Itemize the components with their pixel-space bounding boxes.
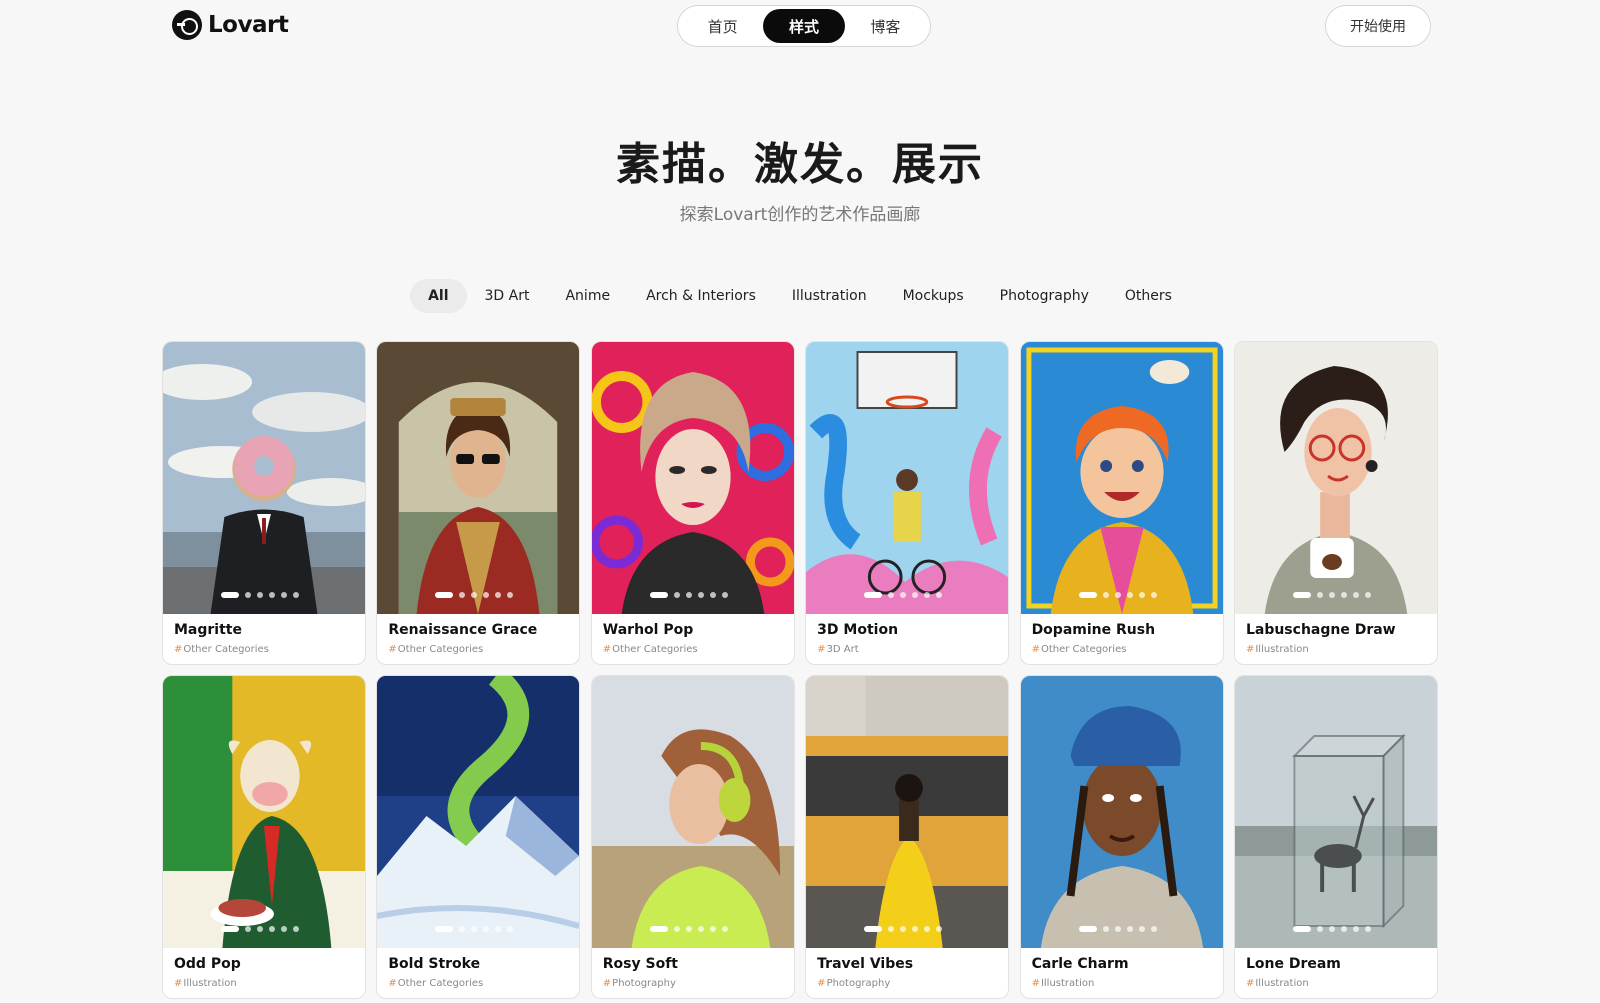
carousel-dots[interactable]	[864, 926, 943, 932]
style-card[interactable]: 3D Motion #3D Art	[805, 341, 1010, 665]
get-started-button[interactable]: 开始使用	[1325, 5, 1431, 47]
filter-mockups[interactable]: Mockups	[885, 279, 982, 313]
logo-text: Lovart	[208, 12, 289, 38]
filter-anime[interactable]: Anime	[547, 279, 628, 313]
card-title: Warhol Pop	[602, 622, 694, 638]
lovart-logo-icon	[172, 10, 202, 40]
main-nav: 首页 样式 博客	[677, 5, 931, 47]
card-category: #Illustration	[1031, 978, 1095, 989]
card-category-label: Other Categories	[397, 644, 484, 655]
card-thumbnail	[591, 342, 794, 614]
card-category-label: Illustration	[1255, 978, 1309, 989]
card-thumbnail	[591, 676, 794, 948]
nav-tab-styles[interactable]: 样式	[763, 9, 845, 43]
card-category-label: Photography	[826, 978, 891, 989]
card-thumbnail	[806, 676, 1009, 948]
carousel-dots[interactable]	[1292, 926, 1371, 932]
card-thumbnail	[1020, 676, 1223, 948]
style-gallery-grid: Magritte #Other Categories Renaissance G…	[162, 341, 1438, 999]
style-card[interactable]: Travel Vibes #Photography	[805, 675, 1010, 999]
carousel-dots[interactable]	[435, 592, 514, 598]
card-thumbnail	[377, 342, 580, 614]
card-thumbnail	[1020, 342, 1223, 614]
card-category-label: Other Categories	[397, 978, 484, 989]
carousel-dots[interactable]	[1078, 592, 1157, 598]
carousel-dots[interactable]	[1078, 926, 1157, 932]
card-category: #Photography	[602, 978, 676, 989]
nav-tab-blog[interactable]: 博客	[845, 9, 926, 43]
card-category: #3D Art	[817, 644, 859, 655]
style-card[interactable]: Lone Dream #Illustration	[1233, 675, 1438, 999]
style-card[interactable]: Renaissance Grace #Other Categories	[376, 341, 581, 665]
card-category-label: Other Categories	[612, 644, 698, 655]
style-card[interactable]: Carle Charm #Illustration	[1019, 675, 1224, 999]
style-card[interactable]: Dopamine Rush #Other Categories	[1019, 341, 1224, 665]
card-category: #Photography	[817, 978, 891, 989]
style-card[interactable]: Bold Stroke #Other Categories	[376, 675, 581, 999]
card-title: Bold Stroke	[388, 956, 481, 972]
carousel-dots[interactable]	[221, 592, 299, 598]
card-category-label: Illustration	[183, 978, 237, 989]
lovart-logo[interactable]: Lovart	[172, 10, 289, 40]
card-title: Magritte	[174, 622, 242, 638]
card-title: Carle Charm	[1031, 956, 1129, 972]
category-filter-bar: All 3D Art Anime Arch & Interiors Illust…	[0, 279, 1600, 313]
card-title: Dopamine Rush	[1031, 622, 1156, 638]
card-thumbnail	[1234, 676, 1437, 948]
card-category: #Other Categories	[174, 644, 269, 655]
card-title: Rosy Soft	[602, 956, 678, 972]
card-category: #Illustration	[174, 978, 237, 989]
card-category: #Other Categories	[388, 644, 484, 655]
style-card[interactable]: Warhol Pop #Other Categories	[590, 341, 795, 665]
card-category: #Other Categories	[602, 644, 698, 655]
card-title: Odd Pop	[174, 956, 241, 972]
card-category: #Other Categories	[1031, 644, 1127, 655]
style-card[interactable]: Magritte #Other Categories	[162, 341, 366, 665]
card-category-label: Illustration	[1040, 978, 1095, 989]
card-title: 3D Motion	[817, 622, 899, 638]
carousel-dots[interactable]	[649, 592, 728, 598]
filter-illustration[interactable]: Illustration	[774, 279, 885, 313]
filter-3d-art[interactable]: 3D Art	[467, 279, 548, 313]
style-card[interactable]: Rosy Soft #Photography	[590, 675, 795, 999]
page-subtitle: 探索Lovart创作的艺术作品画廊	[679, 205, 921, 225]
style-card[interactable]: Labuschagne Draw #Illustration	[1233, 341, 1438, 665]
carousel-dots[interactable]	[864, 592, 943, 598]
card-title: Lone Dream	[1245, 956, 1341, 972]
card-title: Renaissance Grace	[388, 622, 538, 638]
carousel-dots[interactable]	[221, 926, 299, 932]
site-header: Lovart 首页 样式 博客 开始使用	[0, 0, 1600, 52]
card-thumbnail	[163, 676, 365, 948]
page-title: 素描。激发。展示	[616, 139, 984, 190]
carousel-dots[interactable]	[435, 926, 514, 932]
card-category-label: 3D Art	[826, 644, 859, 655]
filter-arch-interiors[interactable]: Arch & Interiors	[628, 279, 774, 313]
card-thumbnail	[377, 676, 580, 948]
card-thumbnail	[1234, 342, 1437, 614]
card-thumbnail	[163, 342, 365, 614]
card-category: #Illustration	[1245, 644, 1309, 655]
card-title: Labuschagne Draw	[1245, 622, 1396, 638]
card-category-label: Other Categories	[183, 644, 269, 655]
card-category-label: Other Categories	[1040, 644, 1127, 655]
card-category: #Illustration	[1245, 978, 1309, 989]
carousel-dots[interactable]	[1292, 592, 1371, 598]
style-card[interactable]: Odd Pop #Illustration	[162, 675, 366, 999]
nav-tab-home[interactable]: 首页	[682, 9, 763, 43]
card-category-label: Illustration	[1255, 644, 1309, 655]
filter-others[interactable]: Others	[1107, 279, 1190, 313]
filter-all[interactable]: All	[410, 279, 467, 313]
card-thumbnail	[806, 342, 1009, 614]
card-title: Travel Vibes	[817, 956, 914, 972]
carousel-dots[interactable]	[649, 926, 728, 932]
card-category-label: Photography	[612, 978, 676, 989]
card-category: #Other Categories	[388, 978, 484, 989]
filter-photography[interactable]: Photography	[982, 279, 1107, 313]
